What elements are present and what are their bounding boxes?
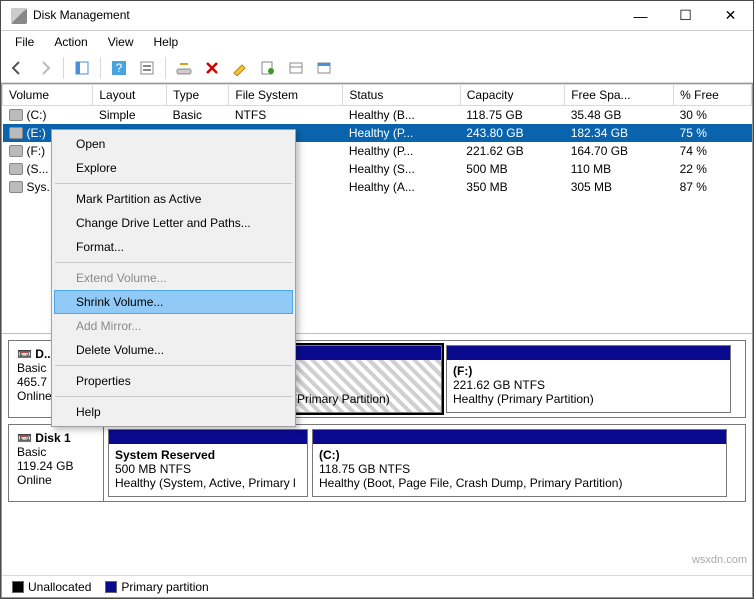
context-menu-item[interactable]: Explore [54,156,293,180]
context-menu-item[interactable]: Open [54,132,293,156]
title-bar: Disk Management — ☐ ✕ [1,1,753,31]
context-menu-item: Add Mirror... [54,314,293,338]
minimize-button[interactable]: — [618,1,663,30]
watermark: wsxdn.com [692,554,747,566]
col-header[interactable]: Status [343,85,460,106]
forward-button[interactable] [33,56,57,80]
menu-help[interactable]: Help [144,33,189,51]
action-icon[interactable] [256,56,280,80]
context-menu-item[interactable]: Change Drive Letter and Paths... [54,211,293,235]
menu-action[interactable]: Action [44,33,97,51]
legend: Unallocated Primary partition [2,575,752,597]
legend-primary: Primary partition [105,580,208,594]
maximize-button[interactable]: ☐ [663,1,708,30]
refresh-button[interactable] [172,56,196,80]
context-menu-item[interactable]: Delete Volume... [54,338,293,362]
context-menu-item: Extend Volume... [54,266,293,290]
partition[interactable]: (C:)118.75 GB NTFSHealthy (Boot, Page Fi… [312,429,727,497]
volume-row[interactable]: (C:)SimpleBasicNTFSHealthy (B...118.75 G… [3,106,752,125]
properties-icon[interactable] [228,56,252,80]
context-menu[interactable]: OpenExplore Mark Partition as ActiveChang… [51,129,296,427]
legend-unallocated: Unallocated [12,580,91,594]
col-header[interactable]: Type [167,85,229,106]
col-header[interactable]: Volume [3,85,93,106]
context-menu-item[interactable]: Help [54,400,293,424]
menu-file[interactable]: File [5,33,44,51]
menu-bar: File Action View Help [1,31,753,53]
app-icon [11,8,27,24]
close-button[interactable]: ✕ [708,1,753,30]
svg-text:?: ? [116,61,123,75]
settings-button[interactable] [135,56,159,80]
window-title: Disk Management [33,1,618,30]
partition[interactable]: System Reserved500 MB NTFSHealthy (Syste… [108,429,308,497]
list-icon[interactable] [284,56,308,80]
show-hide-tree-button[interactable] [70,56,94,80]
delete-icon[interactable] [200,56,224,80]
context-menu-item[interactable]: Shrink Volume... [54,290,293,314]
detail-icon[interactable] [312,56,336,80]
disk-info: 📼 Disk 1Basic119.24 GBOnline [9,425,104,501]
col-header[interactable]: File System [229,85,343,106]
disk: 📼 Disk 1Basic119.24 GBOnlineSystem Reser… [8,424,746,502]
disk-management-window: Disk Management — ☐ ✕ File Action View H… [0,0,754,599]
back-button[interactable] [5,56,29,80]
toolbar: ? [1,53,753,83]
context-menu-item[interactable]: Properties [54,369,293,393]
context-menu-item[interactable]: Format... [54,235,293,259]
context-menu-item[interactable]: Mark Partition as Active [54,187,293,211]
col-header[interactable]: Layout [93,85,167,106]
partition[interactable]: (F:)221.62 GB NTFSHealthy (Primary Parti… [446,345,731,413]
col-header[interactable]: % Free [674,85,752,106]
help-button[interactable]: ? [107,56,131,80]
menu-view[interactable]: View [98,33,144,51]
col-header[interactable]: Free Spa... [565,85,674,106]
col-header[interactable]: Capacity [460,85,564,106]
